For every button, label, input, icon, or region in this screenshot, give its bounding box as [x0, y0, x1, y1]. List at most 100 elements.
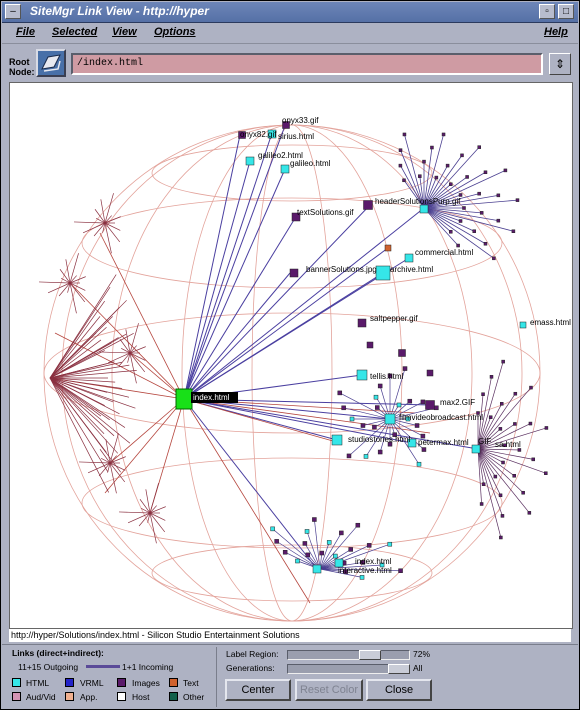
fan-node[interactable]: [449, 182, 453, 186]
link-graph[interactable]: index.html onyx33.gif onyx82.gif sirius.…: [10, 83, 572, 628]
cluster-node[interactable]: [349, 416, 355, 422]
fan-node[interactable]: [479, 502, 484, 506]
cluster-node[interactable]: [302, 541, 308, 546]
fan-node[interactable]: [493, 474, 498, 479]
graph-node[interactable]: [366, 341, 374, 349]
fan-node[interactable]: [489, 375, 494, 379]
generations-thumb[interactable]: [388, 664, 410, 674]
cluster-node[interactable]: [377, 449, 383, 455]
fan-node[interactable]: [472, 229, 476, 233]
fan-node[interactable]: [422, 159, 426, 164]
cluster-node[interactable]: [282, 550, 288, 555]
graph-node[interactable]: [426, 369, 434, 377]
fan-node[interactable]: [492, 256, 496, 261]
graph-node[interactable]: [384, 413, 396, 425]
fan-node[interactable]: [511, 229, 516, 233]
fan-node[interactable]: [544, 426, 549, 430]
graph-node[interactable]: [384, 244, 392, 252]
cluster-node[interactable]: [414, 423, 420, 428]
fan-node[interactable]: [521, 490, 525, 495]
window-menu-icon[interactable]: –: [5, 4, 21, 19]
cluster-node[interactable]: [421, 447, 427, 452]
graph-node[interactable]: [331, 434, 343, 446]
fan-node[interactable]: [418, 174, 422, 178]
cluster-node[interactable]: [398, 568, 403, 573]
fan-node[interactable]: [513, 391, 518, 396]
label-region-slider[interactable]: [287, 650, 410, 660]
graph-node[interactable]: [425, 400, 435, 410]
graph-node[interactable]: [471, 444, 481, 454]
fan-node[interactable]: [479, 211, 484, 215]
menu-selected[interactable]: Selected: [52, 26, 97, 38]
fan-node[interactable]: [398, 148, 403, 152]
root-node-spinner[interactable]: ⇕: [549, 53, 571, 75]
fan-node[interactable]: [496, 193, 501, 198]
fan-node[interactable]: [488, 415, 493, 419]
graph-node[interactable]: [280, 164, 290, 174]
cluster-node[interactable]: [339, 530, 344, 536]
cluster-node[interactable]: [304, 529, 310, 534]
cluster-node[interactable]: [372, 424, 377, 430]
fan-node[interactable]: [503, 168, 508, 173]
cluster-node[interactable]: [360, 423, 366, 428]
root-browse-button[interactable]: [36, 49, 66, 77]
graph-node[interactable]: [419, 204, 429, 214]
menu-view[interactable]: View: [112, 26, 137, 38]
generations-slider[interactable]: [287, 664, 410, 674]
menu-options[interactable]: Options: [154, 26, 196, 38]
cluster-node[interactable]: [355, 522, 361, 528]
graph-node[interactable]: [363, 200, 373, 210]
cluster-node[interactable]: [337, 390, 343, 396]
close-button[interactable]: Close: [366, 679, 432, 701]
fan-node[interactable]: [460, 153, 464, 158]
cluster-node[interactable]: [402, 366, 408, 371]
fan-node[interactable]: [483, 241, 488, 246]
fan-node[interactable]: [477, 191, 481, 196]
fan-node[interactable]: [528, 421, 533, 426]
fan-node[interactable]: [445, 163, 450, 168]
fan-node[interactable]: [434, 175, 439, 180]
fan-node[interactable]: [402, 178, 406, 183]
reset-color-button[interactable]: Reset Color: [295, 679, 363, 701]
graph-node[interactable]: [289, 268, 299, 278]
fan-node[interactable]: [498, 493, 503, 498]
cluster-node[interactable]: [396, 402, 402, 408]
fan-node[interactable]: [398, 163, 403, 168]
fan-node[interactable]: [499, 402, 504, 406]
cluster-node[interactable]: [333, 553, 338, 559]
minimize-icon[interactable]: ▫: [539, 4, 555, 19]
cluster-node[interactable]: [375, 405, 380, 410]
cluster-node[interactable]: [420, 399, 426, 405]
fan-node[interactable]: [449, 230, 453, 234]
fan-node[interactable]: [458, 219, 463, 223]
cluster-node[interactable]: [341, 405, 346, 411]
fan-node[interactable]: [483, 170, 488, 175]
fan-node[interactable]: [500, 514, 505, 518]
graph-node[interactable]: [398, 349, 406, 357]
maximize-icon[interactable]: □: [558, 4, 574, 19]
label-region-thumb[interactable]: [359, 650, 381, 660]
fan-node[interactable]: [430, 145, 434, 150]
cluster-node[interactable]: [363, 454, 369, 459]
graph-node[interactable]: [312, 564, 322, 574]
title-bar[interactable]: – SiteMgr Link View - http://hyper ▫ □: [2, 2, 578, 23]
fan-node[interactable]: [512, 474, 516, 478]
cluster-node[interactable]: [295, 558, 300, 564]
cluster-node[interactable]: [416, 461, 422, 467]
graph-node[interactable]: [519, 321, 527, 329]
fan-node[interactable]: [501, 359, 505, 364]
fan-node[interactable]: [402, 132, 407, 137]
cluster-node[interactable]: [434, 405, 439, 411]
fan-node[interactable]: [496, 218, 501, 223]
graph-node[interactable]: [356, 369, 368, 381]
cluster-node[interactable]: [319, 550, 325, 556]
graph-node[interactable]: [245, 156, 255, 166]
fan-node[interactable]: [527, 511, 532, 515]
fan-node[interactable]: [481, 482, 486, 486]
fan-node[interactable]: [465, 175, 469, 179]
root-node[interactable]: [175, 388, 193, 410]
cluster-node[interactable]: [312, 517, 317, 522]
cluster-node[interactable]: [348, 547, 353, 552]
fan-node[interactable]: [501, 460, 505, 465]
root-node-field[interactable]: /index.html: [71, 53, 543, 75]
